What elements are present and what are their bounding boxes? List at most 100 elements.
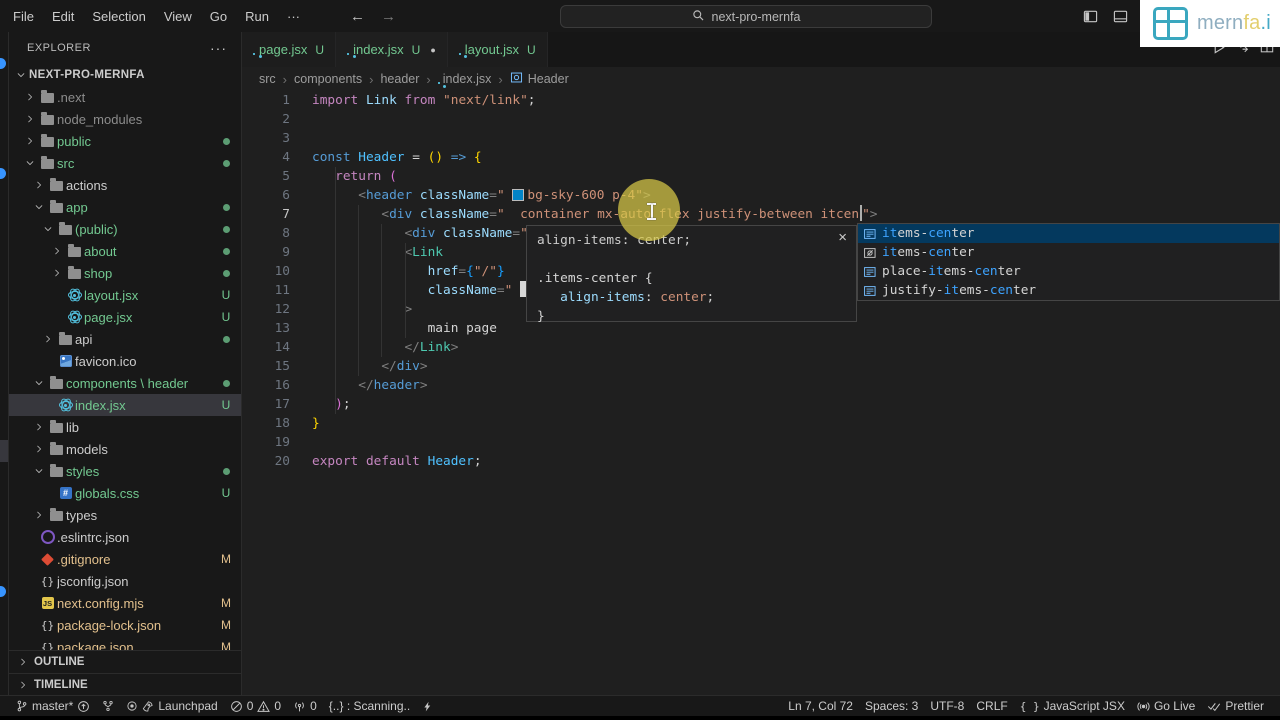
line-number: 5 <box>282 169 290 184</box>
timeline-section[interactable]: TIMELINE <box>9 673 241 696</box>
branch-icon <box>16 700 28 712</box>
menu-item-view[interactable]: View <box>155 9 201 24</box>
code-line-19[interactable]: 19 <box>242 433 1280 452</box>
doc-css-line: } <box>537 309 545 324</box>
tree-folder-next-pro-mernfa[interactable]: NEXT-PRO-MERNFA <box>9 64 241 86</box>
breadcrumb-item-header[interactable]: Header <box>510 71 569 87</box>
menu-item-go[interactable]: Go <box>201 9 236 24</box>
git-status-badge: M <box>221 640 231 650</box>
tree-folder-lib[interactable]: lib <box>9 416 241 438</box>
tree-folder-public[interactable]: public <box>9 130 241 152</box>
tree-item-label: actions <box>66 177 108 193</box>
suggest-item-items-center[interactable]: items-center <box>858 243 1279 262</box>
tree-folder-public[interactable]: (public) <box>9 218 241 240</box>
tree-item-label: src <box>57 155 75 171</box>
status-item-prettier[interactable]: Prettier <box>1201 696 1270 716</box>
tree-file-jsconfig-json[interactable]: {} jsconfig.json <box>9 570 241 592</box>
code-line-18[interactable]: 18} <box>242 414 1280 433</box>
tree-folder-node-modules[interactable]: node_modules <box>9 108 241 130</box>
tree-folder-next[interactable]: .next <box>9 86 241 108</box>
suggest-item-place-items-center[interactable]: place-items-center <box>858 262 1279 281</box>
code-line-15[interactable]: 15 </div> <box>242 357 1280 376</box>
code-line-20[interactable]: 20 export default Header; <box>242 452 1280 471</box>
code-text: className=" <box>312 281 529 300</box>
status-item-ports[interactable]: 0 <box>287 696 323 716</box>
tree-folder-shop[interactable]: shop <box>9 262 241 284</box>
tree-folder-actions[interactable]: actions <box>9 174 241 196</box>
tree-file-favicon-ico[interactable]: favicon.ico <box>9 350 241 372</box>
breadcrumb-item-header[interactable]: header <box>380 72 419 86</box>
tree-file-layout-jsx[interactable]: layout.jsx U <box>9 284 241 306</box>
status-item-go-live[interactable]: Go Live <box>1131 696 1201 716</box>
close-icon[interactable]: × <box>838 228 847 247</box>
tree-file-package-json[interactable]: {} package.json M <box>9 636 241 651</box>
tree-folder-src[interactable]: src <box>9 152 241 174</box>
tree-file-index-jsx[interactable]: index.jsx U <box>9 394 241 416</box>
breadcrumb-separator: › <box>426 71 431 87</box>
tree-folder-types[interactable]: types <box>9 504 241 526</box>
menu-item-[interactable]: ··· <box>278 9 309 24</box>
status-item-git-branch[interactable]: master* <box>10 696 96 716</box>
explorer-more-actions[interactable]: ··· <box>210 40 227 56</box>
tab-index-jsx[interactable]: index.jsx U ● <box>336 32 448 67</box>
breadcrumb-item-src[interactable]: src <box>259 72 276 86</box>
tab-label: layout.jsx <box>464 42 519 57</box>
symbol-icon <box>510 71 523 87</box>
code-line-2[interactable]: 2 <box>242 110 1280 129</box>
tree-file-package-lock-json[interactable]: {} package-lock.json M <box>9 614 241 636</box>
command-center-search[interactable]: next-pro-mernfa <box>560 5 932 28</box>
tree-folder-about[interactable]: about <box>9 240 241 262</box>
code-editor[interactable]: 1 import Link from "next/link"; 2 3 4 const H… <box>242 91 1280 696</box>
tree-file-page-jsx[interactable]: page.jsx U <box>9 306 241 328</box>
code-line-6[interactable]: 6 <header className=" bg-sky-600 p-4"> <box>242 186 1280 205</box>
toggle-panel-icon[interactable] <box>1113 9 1128 24</box>
tree-file-gitignore[interactable]: .gitignore M <box>9 548 241 570</box>
code-line-1[interactable]: 1 import Link from "next/link"; <box>242 91 1280 110</box>
status-item-zap[interactable] <box>416 696 439 716</box>
menu-item-run[interactable]: Run <box>236 9 278 24</box>
tree-item-label: favicon.ico <box>75 353 137 369</box>
tree-item-label: .eslintrc.json <box>57 529 130 545</box>
tree-folder-styles[interactable]: styles <box>9 460 241 482</box>
status-item-indentation[interactable]: Spaces: 3 <box>859 696 924 716</box>
chevron-right-icon <box>49 246 65 256</box>
code-line-5[interactable]: 5 return ( <box>242 167 1280 186</box>
status-item-cursor-position[interactable]: Ln 7, Col 72 <box>782 696 859 716</box>
menu-item-selection[interactable]: Selection <box>83 9 154 24</box>
breadcrumb-item-index-jsx[interactable]: index.jsx <box>437 72 491 88</box>
status-item-launchpad[interactable]: Launchpad <box>120 696 223 716</box>
dirty-dot-icon[interactable]: ● <box>430 45 435 55</box>
code-line-17[interactable]: 17 ); <box>242 395 1280 414</box>
status-item-encoding[interactable]: UTF-8 <box>924 696 970 716</box>
json-file-icon: {} <box>40 640 55 651</box>
status-item-git-graph[interactable] <box>96 696 120 716</box>
status-item-eol[interactable]: CRLF <box>970 696 1013 716</box>
status-item-problems[interactable]: 00 <box>224 696 287 716</box>
outline-section[interactable]: OUTLINE <box>9 650 241 673</box>
suggest-item-justify-items-center[interactable]: justify-items-center <box>858 281 1279 300</box>
code-line-7[interactable]: 7 <div className=" container mx-auto fle… <box>242 205 1280 224</box>
forward-button[interactable]: → <box>381 8 396 25</box>
status-item-language-mode[interactable]: { } JavaScript JSX <box>1014 696 1131 716</box>
tree-folder-api[interactable]: api <box>9 328 241 350</box>
tree-folder-models[interactable]: models <box>9 438 241 460</box>
tree-file-globals-css[interactable]: # globals.css U <box>9 482 241 504</box>
code-line-14[interactable]: 14 </Link> <box>242 338 1280 357</box>
code-line-16[interactable]: 16 </header> <box>242 376 1280 395</box>
suggest-item-items-center[interactable]: items-center <box>858 224 1279 243</box>
status-item-scanning[interactable]: {..} : Scanning.. <box>323 696 416 716</box>
menu-item-file[interactable]: File <box>4 9 43 24</box>
breadcrumb-item-components[interactable]: components <box>294 72 362 86</box>
tab-page-jsx[interactable]: page.jsx U <box>242 32 337 67</box>
tree-file-eslintrc-json[interactable]: .eslintrc.json <box>9 526 241 548</box>
tree-folder-app[interactable]: app <box>9 196 241 218</box>
code-line-4[interactable]: 4 const Header = () => { <box>242 148 1280 167</box>
target-icon <box>126 700 138 712</box>
tab-layout-jsx[interactable]: layout.jsx U <box>447 32 548 67</box>
toggle-sidebar-icon[interactable] <box>1083 9 1098 24</box>
tree-folder-components-header[interactable]: components \ header <box>9 372 241 394</box>
tree-file-next-config-mjs[interactable]: JS next.config.mjs M <box>9 592 241 614</box>
code-line-3[interactable]: 3 <box>242 129 1280 148</box>
menu-item-edit[interactable]: Edit <box>43 9 83 24</box>
back-button[interactable]: ← <box>350 8 365 25</box>
